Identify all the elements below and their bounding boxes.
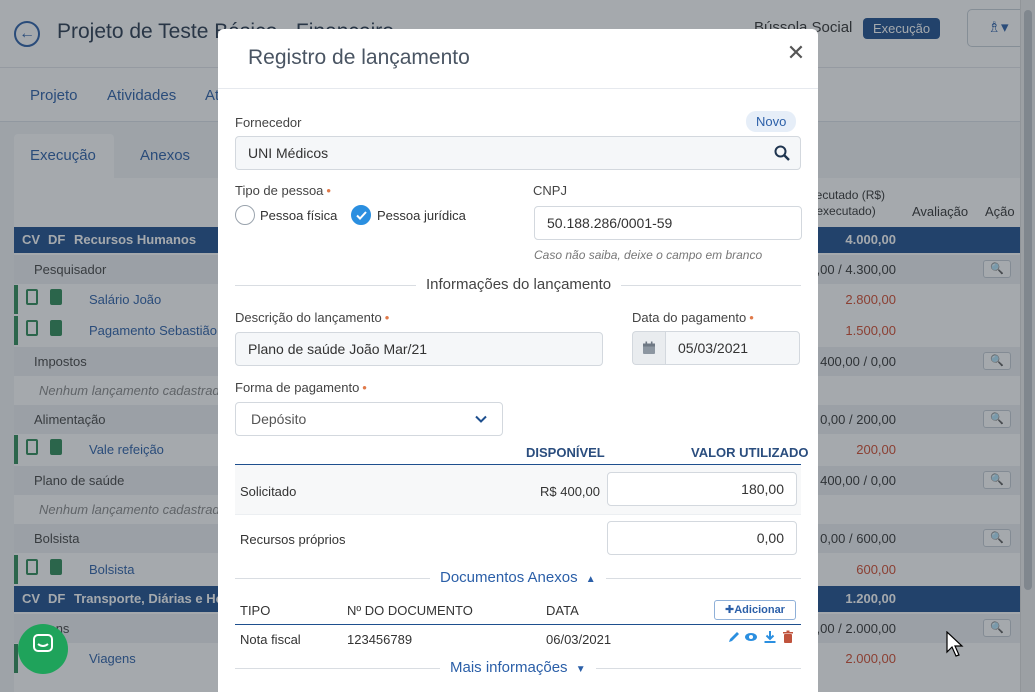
doc-numero-cell: 123456789 <box>347 632 413 647</box>
recursos-proprios-label: Recursos próprios <box>240 532 346 547</box>
add-document-button[interactable]: ✚Adicionar <box>714 600 796 620</box>
doc-col-data: DATA <box>546 603 579 618</box>
cnpj-label: CNPJ <box>533 183 567 198</box>
registro-lancamento-modal: Registro de lançamento ✕ Fornecedor Novo… <box>218 29 818 692</box>
doc-col-tipo: TIPO <box>240 603 271 618</box>
doc-tipo-cell: Nota fiscal <box>240 632 301 647</box>
data-pagamento-label: Data do pagamento • <box>632 310 754 325</box>
data-pagamento-input[interactable]: 05/03/2021 <box>665 331 800 365</box>
descricao-input[interactable]: Plano de saúde João Mar/21 <box>235 332 603 366</box>
info-section-title: Informações do lançamento <box>416 276 622 293</box>
disponivel-header: DISPONÍVEL <box>526 445 605 460</box>
fornecedor-label: Fornecedor <box>235 115 302 130</box>
descricao-label: Descrição do lançamento • <box>235 310 390 325</box>
valor-utilizado-header: VALOR UTILIZADO <box>691 445 809 460</box>
pessoa-fisica-radio[interactable] <box>235 205 255 225</box>
chat-icon[interactable] <box>18 624 68 674</box>
solicitado-label: Solicitado <box>240 484 297 499</box>
novo-button[interactable]: Novo <box>746 111 797 132</box>
download-icon[interactable] <box>763 630 777 644</box>
tipo-pessoa-label: Tipo de pessoa • <box>235 183 331 198</box>
edit-pencil-icon[interactable] <box>727 630 741 644</box>
plus-icon: ✚ <box>725 604 735 616</box>
caret-down-icon: ▼ <box>575 664 586 675</box>
modal-title: Registro de lançamento <box>248 46 470 69</box>
solicitado-valor-input[interactable]: 180,00 <box>607 472 797 506</box>
pessoa-juridica-label[interactable]: Pessoa jurídica <box>377 208 466 223</box>
cnpj-input[interactable]: 50.188.286/0001-59 <box>534 206 802 240</box>
forma-pagamento-select[interactable]: Depósito <box>235 402 503 436</box>
mais-informacoes-toggle[interactable]: Mais informações ▼ <box>440 659 596 676</box>
table-divider <box>235 624 801 625</box>
fornecedor-input[interactable]: UNI Médicos <box>235 136 801 170</box>
forma-pagamento-label: Forma de pagamento • <box>235 380 367 395</box>
solicitado-disponivel: R$ 400,00 <box>540 484 600 499</box>
trash-icon[interactable] <box>781 630 795 644</box>
caret-up-icon: ▲ <box>585 574 596 585</box>
calendar-icon[interactable] <box>632 331 666 365</box>
mouse-cursor-icon <box>946 631 964 657</box>
search-icon[interactable] <box>774 145 790 161</box>
pessoa-juridica-radio[interactable] <box>351 205 371 225</box>
chevron-down-icon <box>475 415 487 423</box>
modal-header: Registro de lançamento ✕ <box>218 29 818 89</box>
recursos-proprios-input[interactable]: 0,00 <box>607 521 797 555</box>
pessoa-fisica-label[interactable]: Pessoa física <box>260 208 337 223</box>
cnpj-hint: Caso não saiba, deixe o campo em branco <box>534 248 763 262</box>
eye-icon[interactable] <box>744 630 758 644</box>
check-icon <box>356 211 367 220</box>
close-icon[interactable]: ✕ <box>786 41 806 65</box>
documentos-anexos-toggle[interactable]: Documentos Anexos ▲ <box>430 569 606 586</box>
doc-data-cell: 06/03/2021 <box>546 632 612 647</box>
doc-col-numero: Nº DO DOCUMENTO <box>347 603 473 618</box>
